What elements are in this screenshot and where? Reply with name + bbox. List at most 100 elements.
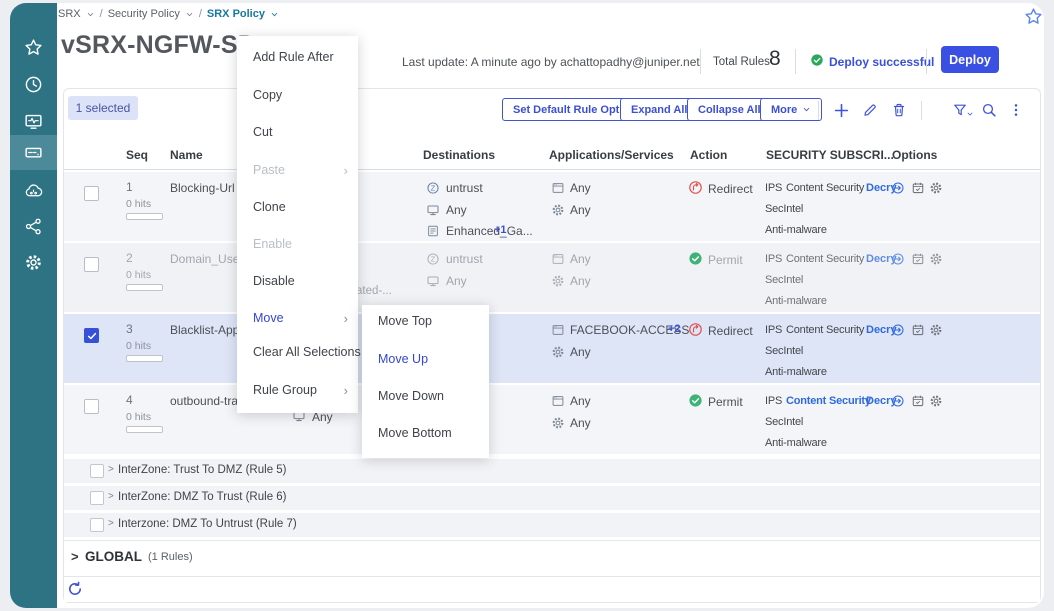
group1-label[interactable]: InterZone: Trust To DMZ (Rule 5) (118, 464, 287, 476)
row4-antimalware-label: Anti-malware (765, 437, 827, 449)
group3-checkbox[interactable] (90, 518, 104, 532)
collapse-all-button[interactable]: Collapse All (687, 98, 772, 121)
row4-checkbox[interactable] (84, 399, 99, 414)
schedule-calendar-icon[interactable] (911, 181, 925, 195)
group3-label[interactable]: Interzone: DMZ To Untrust (Rule 7) (118, 518, 297, 530)
menu-item-add-rule-after[interactable]: Add Rule After (253, 50, 334, 68)
application-icon (551, 323, 565, 337)
deploy-status-text[interactable]: Deploy successful (829, 55, 934, 69)
add-rule-plus-icon[interactable] (833, 102, 850, 119)
breadcrumb-security-policy[interactable]: Security Policy (108, 8, 180, 20)
divider (921, 101, 922, 120)
breadcrumb-srx-policy[interactable]: SRX Policy (207, 8, 265, 20)
row4-hits-bar (126, 426, 163, 433)
divider (795, 49, 796, 74)
schedule-calendar-icon[interactable] (911, 394, 925, 408)
options-gear-icon[interactable] (929, 394, 943, 408)
search-icon[interactable] (981, 102, 997, 118)
row2-hits-bar (126, 284, 163, 291)
schedule-calendar-icon[interactable] (911, 252, 925, 266)
options-gear-icon[interactable] (929, 181, 943, 195)
network-share-icon[interactable] (24, 217, 43, 236)
submenu-item-move-top[interactable]: Move Top (378, 314, 432, 332)
arrow-circle-icon[interactable] (891, 394, 905, 408)
menu-item-clone[interactable]: Clone (253, 200, 286, 218)
row2-checkbox[interactable] (84, 257, 99, 272)
breadcrumb-srx[interactable]: SRX (58, 8, 81, 20)
options-gear-icon[interactable] (929, 252, 943, 266)
expand-chevron-icon[interactable]: > (71, 549, 79, 564)
row1-name[interactable]: Blocking-Url (170, 181, 235, 195)
expand-chevron-icon[interactable]: > (108, 518, 114, 529)
menu-item-rule-group[interactable]: Rule Group (253, 383, 317, 401)
menu-item-disable[interactable]: Disable (253, 274, 295, 292)
menu-item-move[interactable]: Move (253, 311, 284, 329)
address-screen-icon (426, 274, 440, 288)
permit-action-icon (688, 251, 703, 266)
row4-content-security-label: Content Security (786, 395, 871, 407)
submenu-item-move-down[interactable]: Move Down (378, 389, 444, 407)
row1-antimalware-label: Anti-malware (765, 224, 827, 236)
global-section-row[interactable] (64, 540, 1040, 576)
expand-chevron-icon[interactable]: > (108, 464, 114, 475)
row3-content-security-label: Content Security (786, 324, 864, 336)
group2-label[interactable]: InterZone: DMZ To Trust (Rule 6) (118, 491, 287, 503)
expand-chevron-icon[interactable]: > (108, 491, 114, 502)
row1-destination-more-badge[interactable]: +1 (494, 224, 507, 236)
favorite-star-icon[interactable] (1024, 7, 1043, 26)
menu-item-clear-all-selections[interactable]: Clear All Selections (253, 345, 361, 363)
row2-destination: Any (446, 274, 467, 288)
cloud-services-icon[interactable] (24, 182, 43, 201)
service-gear-icon (551, 345, 565, 359)
row4-name[interactable]: outbound-traffi (170, 394, 247, 408)
dashboard-clock-icon[interactable] (24, 75, 43, 94)
global-section-label[interactable]: GLOBAL (85, 549, 142, 564)
edit-pencil-icon[interactable] (862, 102, 878, 118)
refresh-icon[interactable] (67, 581, 83, 597)
menu-item-enable: Enable (253, 237, 292, 255)
col-header-applications: Applications/Services (549, 148, 674, 162)
arrow-circle-icon[interactable] (891, 181, 905, 195)
schedule-calendar-icon[interactable] (911, 323, 925, 337)
firewall-policies-icon[interactable] (24, 143, 43, 162)
kebab-menu-icon[interactable] (1008, 102, 1024, 118)
menu-item-cut[interactable]: Cut (253, 125, 272, 143)
delete-trash-icon[interactable] (891, 102, 907, 118)
row1-ips-label: IPS (765, 182, 782, 194)
submenu-arrow-icon: › (344, 163, 348, 178)
row1-action: Redirect (708, 182, 753, 196)
arrow-circle-icon[interactable] (891, 252, 905, 266)
deploy-button[interactable]: Deploy (941, 46, 999, 73)
options-gear-icon[interactable] (929, 323, 943, 337)
col-header-name: Name (170, 148, 203, 162)
last-update-text: Last update: A minute ago by achattopadh… (402, 55, 700, 69)
submenu-item-move-bottom[interactable]: Move Bottom (378, 426, 452, 444)
filter-caret-icon[interactable] (966, 110, 974, 118)
service-gear-icon (551, 203, 565, 217)
row2-antimalware-label: Anti-malware (765, 295, 827, 307)
application-icon (551, 252, 565, 266)
row3-name[interactable]: Blacklist-App (170, 323, 239, 337)
row3-application-more-badge[interactable]: +2 (668, 323, 681, 335)
favorites-star-icon[interactable] (24, 38, 43, 57)
submenu-arrow-icon: › (344, 311, 348, 326)
row1-application: Any (570, 181, 591, 195)
menu-item-copy[interactable]: Copy (253, 88, 282, 106)
submenu-item-move-up[interactable]: Move Up (378, 352, 428, 370)
row3-checkbox-checked[interactable] (84, 328, 99, 343)
row1-checkbox[interactable] (84, 186, 99, 201)
chevron-down-icon (802, 105, 811, 114)
more-button[interactable]: More (760, 98, 822, 121)
zone-icon (426, 181, 440, 195)
breadcrumb-separator: / (100, 8, 103, 20)
monitor-activity-icon[interactable] (24, 112, 43, 131)
breadcrumb: SRX / Security Policy / SRX Policy (58, 8, 279, 20)
group2-checkbox[interactable] (90, 491, 104, 505)
row4-ips-label: IPS (765, 395, 782, 407)
total-rules-label: Total Rules (713, 56, 770, 68)
group1-checkbox[interactable] (90, 464, 104, 478)
row3-action: Redirect (708, 324, 753, 338)
settings-gear-icon[interactable] (24, 253, 43, 272)
col-header-seq: Seq (126, 148, 148, 162)
arrow-circle-icon[interactable] (891, 323, 905, 337)
